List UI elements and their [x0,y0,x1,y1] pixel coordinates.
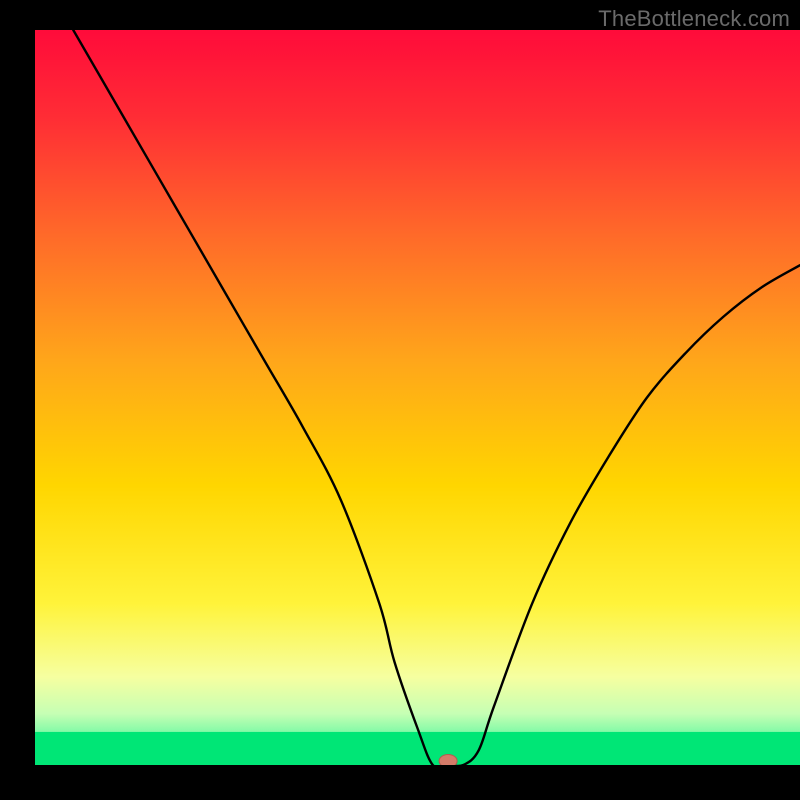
bottleneck-chart [0,0,800,800]
chart-stage: TheBottleneck.com [0,0,800,800]
plot-area [35,30,800,768]
green-baseline-band [35,732,800,765]
watermark-text: TheBottleneck.com [598,6,790,32]
gradient-background [35,30,800,765]
